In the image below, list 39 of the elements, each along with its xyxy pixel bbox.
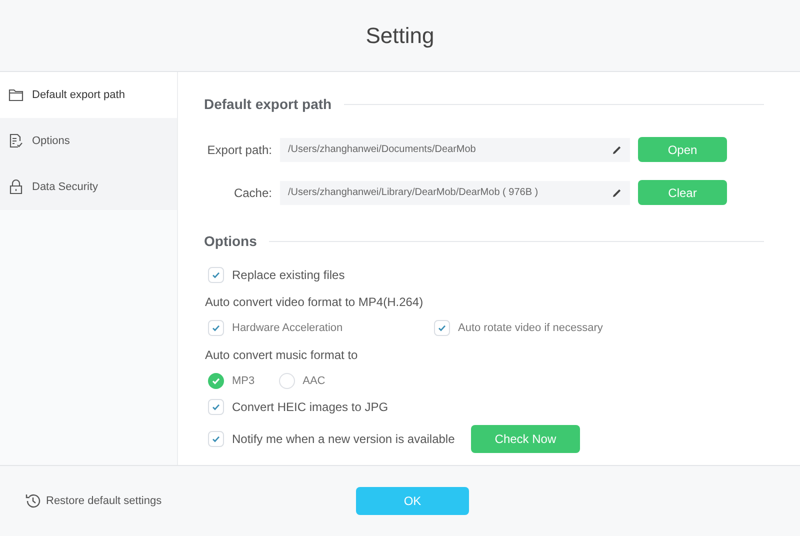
sidebar-item[interactable]: Default export path: [0, 72, 177, 118]
option-heading: Auto convert music format to: [205, 346, 359, 364]
check-mark-icon: [211, 270, 221, 280]
lock-icon: [8, 179, 24, 195]
checkbox[interactable]: [208, 320, 224, 336]
checkbox[interactable]: [434, 320, 450, 336]
folder-icon: [8, 87, 24, 103]
option-label: Convert HEIC images to JPG: [232, 399, 388, 416]
field-label: Cache:: [232, 184, 273, 202]
window-title: Setting: [366, 22, 434, 50]
radio-label: AAC: [302, 374, 326, 388]
checkbox[interactable]: [208, 399, 224, 415]
checkbox[interactable]: [208, 431, 224, 447]
document-check-icon: [8, 133, 24, 149]
option-label: Auto rotate video if necessary: [458, 321, 603, 336]
pencil-icon[interactable]: [612, 144, 622, 154]
check-mark-icon: [211, 434, 221, 444]
check-mark-icon: [211, 402, 221, 412]
check-mark-icon: [437, 323, 447, 334]
sidebar-item[interactable]: Options: [0, 118, 177, 164]
option-label: Hardware Acceleration: [232, 321, 343, 336]
field-label: Export path:: [206, 142, 273, 158]
checkbox[interactable]: [208, 267, 224, 283]
history-icon: [24, 492, 42, 510]
option-heading: Auto convert video format to MP4(H.264): [205, 294, 424, 311]
path-field[interactable]: /Users/zhanghanwei/Library/DearMob/DearMob ( 976B ): [280, 180, 630, 204]
section-title: Options: [204, 232, 257, 251]
check-mark-icon: [211, 323, 221, 334]
radio-button[interactable]: [278, 372, 295, 389]
path-field[interactable]: /Users/zhanghanwei/Documents/DearMob: [280, 138, 630, 162]
option-label: Replace existing files: [232, 267, 345, 284]
sidebar-item[interactable]: Data Security: [0, 164, 177, 210]
pencil-icon[interactable]: [612, 188, 622, 198]
radio-button[interactable]: [208, 372, 224, 389]
radio-label: MP3: [232, 374, 255, 388]
check-mark-icon: [211, 376, 221, 386]
restore-defaults-button[interactable]: Restore default settings: [24, 492, 356, 510]
section-title: Default export path: [204, 95, 332, 114]
option-label: Notify me when a new version is available: [232, 431, 455, 448]
